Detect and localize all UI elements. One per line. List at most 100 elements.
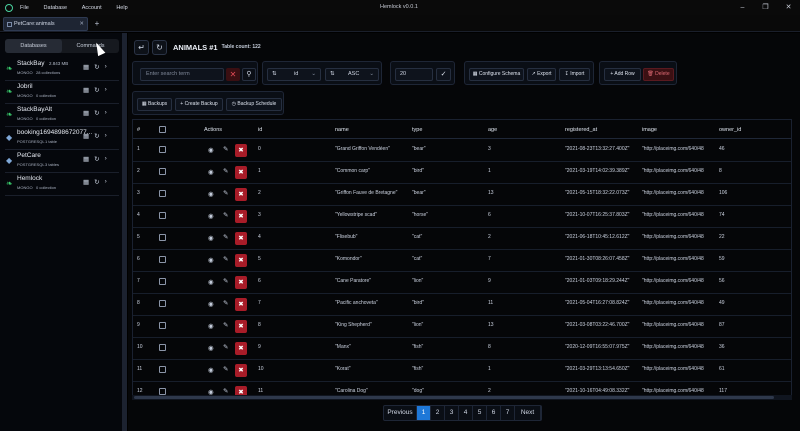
chevron-right-icon[interactable]: ›	[105, 109, 107, 117]
chevron-right-icon[interactable]: ›	[105, 155, 107, 163]
sort-field-select[interactable]: ⇅ id ⌄	[267, 68, 321, 81]
search-button[interactable]: ⚲	[242, 68, 256, 81]
delete-row-button[interactable]: ✖	[235, 254, 247, 267]
search-input[interactable]: Enter search term	[140, 68, 224, 81]
database-item[interactable]: ❧ StackBayAlt MONGO 0 collection ▦ ↻ ›	[5, 105, 119, 127]
create-backup-button[interactable]: + Create Backup	[175, 98, 223, 111]
view-icon[interactable]: ◉	[208, 168, 214, 176]
view-icon[interactable]: ◉	[208, 300, 214, 308]
backups-button[interactable]: ▦ Backups	[137, 98, 172, 111]
table-row[interactable]: 2 ◉ ✎ ✖ 1 "Common carp" "bird" 1 "2021-03-19T14:…	[133, 162, 791, 184]
delete-row-button[interactable]: ✖	[235, 320, 247, 333]
apply-check-button[interactable]: ✓	[436, 68, 451, 81]
close-icon[interactable]: ✕	[777, 0, 800, 15]
delete-row-button[interactable]: ✖	[235, 166, 247, 179]
refresh-icon[interactable]: ↻	[94, 155, 99, 163]
pagination-previous-button[interactable]: Previous	[384, 406, 417, 420]
view-icon[interactable]: ◉	[208, 190, 214, 198]
calendar-icon[interactable]: ▦	[83, 63, 89, 71]
menu-account[interactable]: Account	[82, 5, 102, 11]
refresh-icon[interactable]: ↻	[94, 63, 99, 71]
scrollbar-thumb[interactable]	[134, 396, 774, 399]
page-6-button[interactable]: 6	[487, 406, 501, 420]
calendar-icon[interactable]: ▦	[83, 132, 89, 140]
delete-row-button[interactable]: ✖	[235, 232, 247, 245]
restore-icon[interactable]: ❐	[754, 0, 777, 15]
chevron-right-icon[interactable]: ›	[105, 63, 107, 71]
view-icon[interactable]: ◉	[208, 234, 214, 242]
edit-pencil-icon[interactable]: ✎	[223, 365, 228, 373]
calendar-icon[interactable]: ▦	[83, 109, 89, 117]
calendar-icon[interactable]: ▦	[83, 178, 89, 186]
delete-row-button[interactable]: ✖	[235, 276, 247, 289]
page-7-button[interactable]: 7	[501, 406, 515, 420]
backup-schedule-button[interactable]: ◷ Backup Schedule	[226, 98, 282, 111]
edit-pencil-icon[interactable]: ✎	[223, 189, 228, 197]
edit-pencil-icon[interactable]: ✎	[223, 387, 228, 395]
database-item[interactable]: ◆ booking1694898672077... POSTGRESQL 1 tabl…	[5, 128, 119, 150]
chevron-right-icon[interactable]: ›	[105, 178, 107, 186]
row-checkbox[interactable]	[159, 168, 166, 175]
refresh-icon[interactable]: ↻	[94, 178, 99, 186]
row-checkbox[interactable]	[159, 322, 166, 329]
row-checkbox[interactable]	[159, 300, 166, 307]
sort-order-select[interactable]: ⇅ ASC ⌄	[325, 68, 379, 81]
database-item[interactable]: ◆ PetCare POSTGRESQL 3 tables ▦ ↻ ›	[5, 151, 119, 173]
delete-row-button[interactable]: ✖	[235, 144, 247, 157]
edit-pencil-icon[interactable]: ✎	[223, 233, 228, 241]
table-row[interactable]: 7 ◉ ✎ ✖ 6 "Cane Paratore" "lion" 9 "2021-01-03T0…	[133, 272, 791, 294]
edit-pencil-icon[interactable]: ✎	[223, 277, 228, 285]
back-button[interactable]: ↵	[134, 39, 149, 55]
edit-pencil-icon[interactable]: ✎	[223, 321, 228, 329]
delete-row-button[interactable]: ✖	[235, 188, 247, 201]
table-row[interactable]: 10 ◉ ✎ ✖ 9 "Manx" "fish" 8 "2020-12-09T16:55:07.…	[133, 338, 791, 360]
row-checkbox[interactable]	[159, 212, 166, 219]
row-checkbox[interactable]	[159, 146, 166, 153]
delete-button[interactable]: 🗑 Delete	[643, 68, 674, 81]
chevron-right-icon[interactable]: ›	[105, 86, 107, 94]
row-checkbox[interactable]	[159, 278, 166, 285]
row-checkbox[interactable]	[159, 344, 166, 351]
delete-row-button[interactable]: ✖	[235, 342, 247, 355]
export-button[interactable]: ↗ Export	[527, 68, 556, 81]
configure-schema-button[interactable]: ▦ Configure Schema	[469, 68, 524, 81]
row-checkbox[interactable]	[159, 190, 166, 197]
edit-pencil-icon[interactable]: ✎	[223, 299, 228, 307]
refresh-icon[interactable]: ↻	[94, 86, 99, 94]
view-icon[interactable]: ◉	[208, 146, 214, 154]
delete-row-button[interactable]: ✖	[235, 364, 247, 377]
view-icon[interactable]: ◉	[208, 212, 214, 220]
calendar-icon[interactable]: ▦	[83, 155, 89, 163]
edit-pencil-icon[interactable]: ✎	[223, 255, 228, 263]
segment-databases[interactable]: Databases	[5, 39, 62, 53]
database-item[interactable]: ❧ Hemlock MONGO 0 collection ▦ ↻ ›	[5, 174, 119, 196]
table-row[interactable]: 11 ◉ ✎ ✖ 10 "Korat" "fish" 1 "2021-03-29T13:13:5…	[133, 360, 791, 382]
clear-search-button[interactable]: ✕	[226, 68, 240, 81]
view-icon[interactable]: ◉	[208, 278, 214, 286]
segment-commands[interactable]: Commands	[62, 39, 119, 53]
table-row[interactable]: 12 ◉ ✎ ✖ 11 "Carolina Dog" "dog" 2 "2021-10-16T0…	[133, 382, 791, 395]
row-checkbox[interactable]	[159, 234, 166, 241]
database-item[interactable]: ❧ Jobril MONGO 0 collection ▦ ↻ ›	[5, 82, 119, 104]
page-5-button[interactable]: 5	[473, 406, 487, 420]
view-icon[interactable]: ◉	[208, 344, 214, 352]
delete-row-button[interactable]: ✖	[235, 298, 247, 311]
limit-input[interactable]: 20	[395, 68, 433, 81]
refresh-button[interactable]: ↻	[152, 39, 167, 55]
menu-file[interactable]: File	[20, 5, 29, 11]
table-row[interactable]: 1 ◉ ✎ ✖ 0 "Grand Griffon Vendéen" "bear" 3 "2021…	[133, 140, 791, 162]
pagination-next-button[interactable]: Next	[515, 406, 541, 420]
page-1-button[interactable]: 1	[417, 406, 431, 420]
view-icon[interactable]: ◉	[208, 366, 214, 374]
menu-database[interactable]: Database	[44, 5, 68, 11]
table-row[interactable]: 3 ◉ ✎ ✖ 2 "Griffon Fauve de Bretagne" "bear" 13…	[133, 184, 791, 206]
sidebar-resize-handle[interactable]	[122, 33, 127, 431]
import-button[interactable]: ↧ Import	[559, 68, 590, 81]
edit-pencil-icon[interactable]: ✎	[223, 343, 228, 351]
horizontal-scrollbar[interactable]	[132, 395, 792, 400]
table-row[interactable]: 6 ◉ ✎ ✖ 5 "Komondor" "cat" 7 "2021-01-30T08:26:0…	[133, 250, 791, 272]
table-row[interactable]: 9 ◉ ✎ ✖ 8 "King Shepherd" "lion" 13 "2021-03-08T…	[133, 316, 791, 338]
refresh-icon[interactable]: ↻	[94, 132, 99, 140]
table-row[interactable]: 4 ◉ ✎ ✖ 3 "Yellowstripe scad" "horse" 6 "2021-10…	[133, 206, 791, 228]
view-icon[interactable]: ◉	[208, 256, 214, 264]
